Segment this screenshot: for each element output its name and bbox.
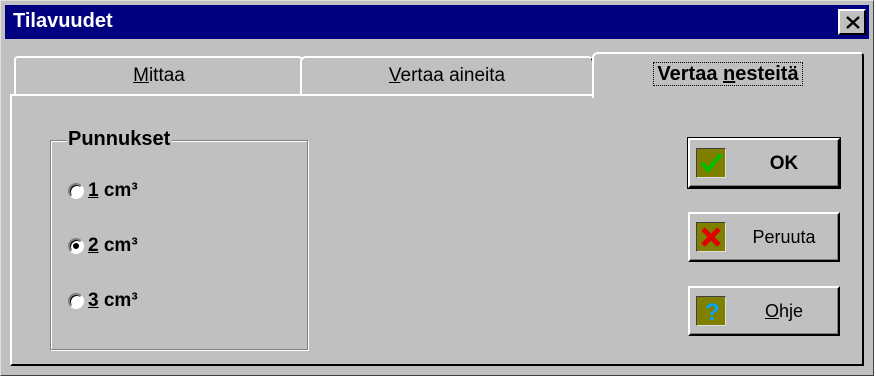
- window-title: Tilavuudet: [13, 10, 113, 32]
- ok-button-label: OK: [769, 153, 799, 174]
- tab-vertaa-nesteita-label: Vertaa nesteitä: [594, 62, 862, 86]
- radio-3cm3[interactable]: 3 cm³: [68, 290, 138, 312]
- radio-circle-icon: [68, 183, 84, 199]
- radio-2cm3-label: 2 cm³: [88, 235, 138, 256]
- radio-selected-icon: [68, 238, 84, 254]
- tab-mittaa[interactable]: Mittaa: [14, 56, 304, 94]
- cross-icon: [696, 222, 726, 252]
- cancel-button-label: Peruuta: [752, 227, 816, 247]
- cancel-button[interactable]: Peruuta: [688, 212, 840, 262]
- close-button[interactable]: [838, 9, 866, 35]
- ok-button[interactable]: OK: [687, 137, 841, 189]
- radio-2cm3[interactable]: 2 cm³: [68, 235, 138, 257]
- radio-1cm3-label: 1 cm³: [88, 180, 138, 201]
- radio-circle-icon: [68, 293, 84, 309]
- title-bar[interactable]: Tilavuudet: [5, 5, 869, 39]
- check-icon: [696, 148, 726, 178]
- help-button[interactable]: ? Ohje: [688, 286, 840, 336]
- tab-mittaa-label: Mittaa: [133, 65, 185, 86]
- help-button-label: Ohje: [764, 301, 804, 321]
- group-title: Punnukset: [66, 128, 173, 151]
- radio-1cm3[interactable]: 1 cm³: [68, 180, 138, 202]
- tab-vertaa-aineita[interactable]: Vertaa aineita: [300, 56, 594, 94]
- close-icon: [846, 16, 860, 29]
- tab-vertaa-aineita-label: Vertaa aineita: [388, 65, 506, 86]
- svg-text:?: ?: [705, 299, 720, 325]
- question-icon: ?: [696, 296, 726, 326]
- tab-vertaa-nesteita[interactable]: Vertaa nesteitä: [592, 52, 864, 98]
- radio-3cm3-label: 3 cm³: [88, 290, 138, 311]
